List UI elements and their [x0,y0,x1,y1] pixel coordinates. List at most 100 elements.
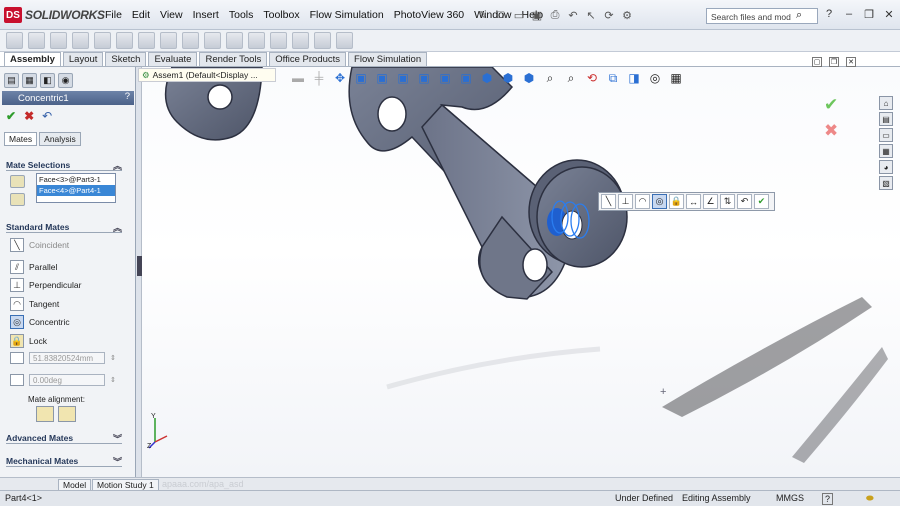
explode-line-icon[interactable] [248,32,265,49]
save-icon[interactable]: ▣ [530,8,544,22]
display-manager-icon[interactable]: ◉ [58,73,73,88]
display-style-icon[interactable]: ◨ [626,70,642,86]
pin-icon[interactable]: ✎ [476,8,490,22]
mate-coincident[interactable]: ╲ Coincident [10,237,69,253]
undo-icon[interactable]: ↶ [737,194,752,209]
linear-pattern-icon[interactable] [50,32,67,49]
tab-evaluate[interactable]: Evaluate [148,52,198,67]
mate-selections-header[interactable]: Mate Selections ︽ [6,160,122,171]
tree-item[interactable]: Assem1 (Default<Display ... [153,70,258,80]
move-component-icon[interactable] [94,32,111,49]
options-icon[interactable]: ⚙ [620,8,634,22]
aligned-button[interactable] [36,406,54,422]
undo-button[interactable]: ↶ [42,109,52,123]
menu-photoview[interactable]: PhotoView 360 [389,9,469,21]
tile-icon[interactable]: ▢ [812,57,822,67]
ok-button[interactable]: ✔ [6,109,16,123]
assembly-features-icon[interactable] [138,32,155,49]
flip-alignment-icon[interactable]: ⇅ [720,194,735,209]
distance-icon[interactable] [10,352,24,364]
mate-tangent[interactable]: ◠ Tangent [10,296,59,312]
lock-icon[interactable]: 🔒 [669,194,684,209]
mate-parallel[interactable]: ⫽ Parallel [10,259,57,275]
graphics-area[interactable]: + [142,67,900,477]
hide-show-icon[interactable]: ◎ [647,70,663,86]
status-units[interactable]: MMGS [776,493,804,503]
configuration-manager-icon[interactable]: ◧ [40,73,55,88]
spinner-icon[interactable]: ⇕ [110,354,116,362]
coincident-icon[interactable]: ╲ [601,194,616,209]
status-help[interactable]: ? [822,493,834,505]
menu-insert[interactable]: Insert [188,9,224,21]
tangent-icon[interactable]: ◠ [635,194,650,209]
close-icon[interactable]: ✕ [846,57,856,67]
new-motion-study-icon[interactable] [182,32,199,49]
isometric-icon[interactable]: ⬢ [521,70,537,86]
help-icon[interactable]: ? [822,7,836,21]
scene-icon[interactable]: ▦ [668,70,684,86]
mate-selection-list[interactable]: Face<3>@Part3-1 Face<4>@Part4-1 [36,173,116,203]
dimension-icon[interactable]: ╪ [311,70,327,86]
mate-lock[interactable]: 🔒 Lock [10,333,47,349]
mechanical-mates-header[interactable]: Mechanical Mates ︾ [6,456,122,467]
mate-perpendicular[interactable]: ⊥ Perpendicular [10,277,81,293]
confirm-cancel-icon[interactable]: ✖ [824,121,838,141]
ok-icon[interactable]: ✔ [754,194,769,209]
angle-icon[interactable]: ∠ [703,194,718,209]
concentric-icon[interactable]: ◎ [652,194,667,209]
perpendicular-icon[interactable]: ⊥ [618,194,633,209]
instant3d-icon[interactable] [270,32,287,49]
view-cube-icon[interactable]: ▣ [437,70,453,86]
isometric-icon[interactable]: ⬢ [479,70,495,86]
view-cube-icon[interactable]: ▣ [353,70,369,86]
tab-mates[interactable]: Mates [4,132,38,146]
menu-toolbox[interactable]: Toolbox [258,9,304,21]
angle-icon[interactable] [10,374,24,386]
bom-icon[interactable] [204,32,221,49]
help-icon[interactable]: ? [125,91,130,102]
spinner-icon[interactable]: ⇕ [110,376,116,384]
insert-components-icon[interactable] [6,32,23,49]
menu-edit[interactable]: Edit [127,9,155,21]
model-view[interactable]: + [142,67,900,477]
anti-aligned-button[interactable] [58,406,76,422]
tab-office-products[interactable]: Office Products [269,52,347,67]
isometric-icon[interactable]: ⬢ [500,70,516,86]
menu-view[interactable]: View [155,9,188,21]
section-view-icon[interactable]: ▬ [290,70,306,86]
restore-icon[interactable]: ❐ [829,57,839,67]
cancel-button[interactable]: ✖ [24,109,34,123]
standard-mates-header[interactable]: Standard Mates ︽ [6,222,122,233]
large-assembly-icon[interactable] [336,32,353,49]
view-palette-icon[interactable]: ▦ [879,144,893,158]
open-icon[interactable]: ▭ [512,8,526,22]
new-icon[interactable]: □ [494,8,508,22]
mate-icon[interactable] [28,32,45,49]
feature-manager-icon[interactable]: ▤ [4,73,19,88]
distance-field[interactable]: 51.83820524mm [29,352,105,364]
previous-view-icon[interactable]: ⟲ [584,70,600,86]
zoom-area-icon[interactable]: ⌕ [563,70,579,86]
mate-concentric[interactable]: ◎ Concentric [10,314,70,330]
menu-flow-simulation[interactable]: Flow Simulation [305,9,389,21]
view-cube-icon[interactable]: ▣ [395,70,411,86]
tab-render-tools[interactable]: Render Tools [199,52,268,67]
custom-properties-icon[interactable]: ▧ [879,176,893,190]
design-library-icon[interactable]: ▤ [879,112,893,126]
zoom-icon[interactable]: ⌕ [542,70,558,86]
view-cube-icon[interactable]: ▣ [416,70,432,86]
rebuild-icon[interactable]: ⟳ [602,8,616,22]
property-manager-icon[interactable]: ▦ [22,73,37,88]
menu-tools[interactable]: Tools [224,9,259,21]
confirm-ok-icon[interactable]: ✔ [824,95,838,115]
undo-icon[interactable]: ↶ [566,8,580,22]
tab-flow-simulation[interactable]: Flow Simulation [348,52,428,67]
tab-layout[interactable]: Layout [62,52,104,67]
home-icon[interactable]: ⌂ [879,96,893,110]
close-icon[interactable]: ✕ [882,7,896,21]
list-item[interactable]: Face<4>@Part4-1 [37,185,115,196]
select-icon[interactable]: ↖ [584,8,598,22]
tab-sketch[interactable]: Sketch [105,52,147,67]
smart-fasteners-icon[interactable] [72,32,89,49]
tab-analysis[interactable]: Analysis [39,132,81,146]
